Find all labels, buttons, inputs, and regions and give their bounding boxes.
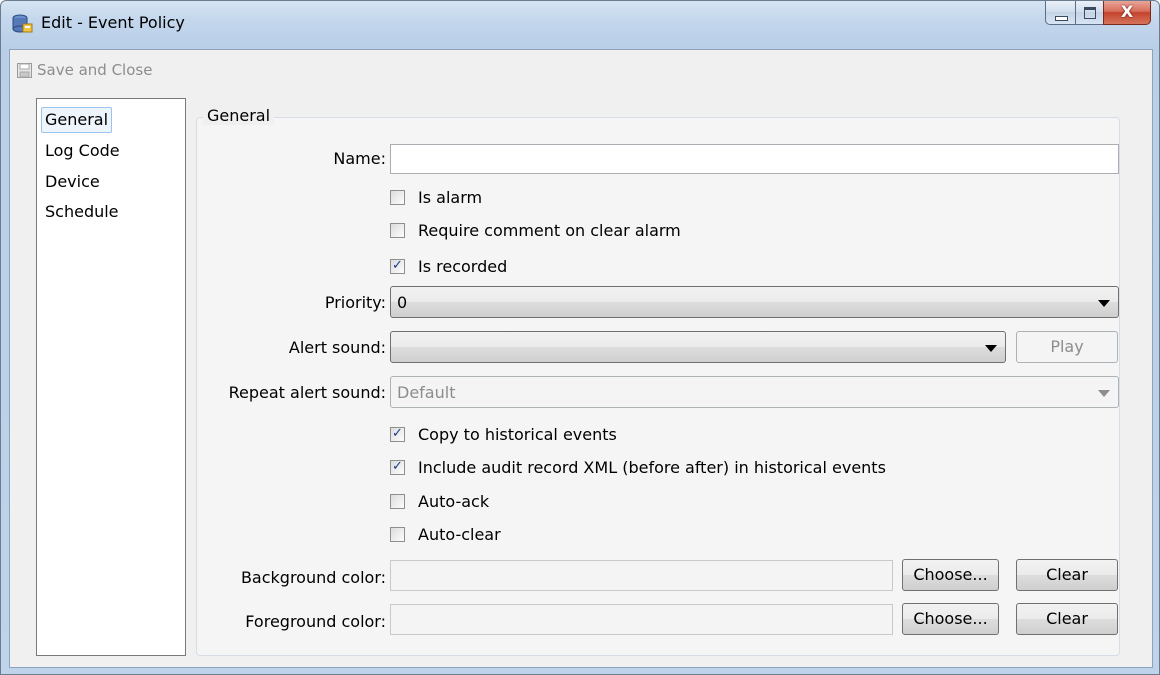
- repeat-alert-sound-label: Repeat alert sound:: [228, 383, 386, 402]
- auto-ack-checkbox[interactable]: [390, 493, 405, 509]
- window-title: Edit - Event Policy: [41, 13, 185, 32]
- copy-historical-label: Copy to historical events: [418, 424, 617, 444]
- play-button[interactable]: Play: [1016, 331, 1118, 363]
- minimize-button[interactable]: [1045, 1, 1075, 25]
- is-alarm-checkbox[interactable]: [390, 189, 405, 205]
- include-audit-label: Include audit record XML (before after) …: [418, 457, 886, 477]
- caption-buttons: X: [1045, 1, 1151, 25]
- general-group-title: General: [203, 106, 275, 125]
- require-comment-row[interactable]: Require comment on clear alarm: [390, 219, 681, 241]
- background-color-field: [390, 560, 893, 591]
- alert-sound-select[interactable]: [390, 331, 1006, 363]
- title-bar[interactable]: Edit - Event Policy X: [1, 1, 1159, 49]
- checkmark-icon: ✓: [392, 425, 403, 441]
- auto-ack-label: Auto-ack: [418, 491, 490, 511]
- auto-clear-checkbox[interactable]: [390, 526, 405, 542]
- nav-item-schedule[interactable]: Schedule: [41, 199, 123, 225]
- chevron-down-icon: [1098, 390, 1110, 397]
- repeat-alert-sound-select[interactable]: Default: [390, 376, 1119, 408]
- is-alarm-label: Is alarm: [418, 187, 483, 207]
- foreground-clear-button[interactable]: Clear: [1016, 603, 1118, 635]
- background-clear-button[interactable]: Clear: [1016, 559, 1118, 591]
- toolbar: Save and Close: [10, 50, 1152, 94]
- save-and-close-label: Save and Close: [37, 61, 153, 79]
- edit-event-policy-window: Edit - Event Policy X Save and Close Gen…: [0, 0, 1160, 675]
- copy-historical-row[interactable]: ✓ Copy to historical events: [390, 423, 617, 445]
- is-recorded-row[interactable]: ✓ Is recorded: [390, 255, 507, 277]
- include-audit-row[interactable]: ✓ Include audit record XML (before after…: [390, 456, 886, 478]
- dialog-client-area: Save and Close General Log Code Device S…: [9, 49, 1153, 668]
- minimize-icon: [1055, 16, 1068, 21]
- name-input[interactable]: [390, 144, 1119, 174]
- floppy-disk-icon: [17, 62, 32, 78]
- maximize-icon: [1084, 7, 1096, 19]
- auto-clear-row[interactable]: Auto-clear: [390, 523, 501, 545]
- nav-item-device[interactable]: Device: [41, 169, 104, 195]
- database-icon: [12, 14, 33, 33]
- checkmark-icon: ✓: [392, 257, 403, 273]
- is-alarm-row[interactable]: Is alarm: [390, 186, 482, 208]
- alert-sound-label: Alert sound:: [288, 338, 386, 357]
- name-label: Name:: [333, 149, 386, 168]
- maximize-button[interactable]: [1075, 1, 1103, 25]
- auto-ack-row[interactable]: Auto-ack: [390, 490, 489, 512]
- foreground-color-label: Foreground color:: [245, 612, 386, 631]
- is-recorded-checkbox[interactable]: ✓: [390, 257, 405, 274]
- repeat-alert-sound-value: Default: [397, 383, 456, 402]
- background-color-label: Background color:: [240, 568, 386, 587]
- priority-label: Priority:: [324, 293, 386, 312]
- nav-item-log-code[interactable]: Log Code: [41, 138, 124, 164]
- copy-historical-checkbox[interactable]: ✓: [390, 425, 405, 442]
- nav-item-general[interactable]: General: [41, 107, 113, 133]
- background-choose-button[interactable]: Choose...: [902, 559, 999, 591]
- save-and-close-button[interactable]: Save and Close: [17, 58, 152, 82]
- chevron-down-icon: [1098, 300, 1110, 307]
- priority-select[interactable]: 0: [390, 286, 1119, 318]
- priority-value: 0: [397, 293, 408, 312]
- chevron-down-icon: [985, 345, 997, 352]
- checkmark-icon: ✓: [392, 458, 403, 474]
- require-comment-label: Require comment on clear alarm: [418, 220, 681, 240]
- include-audit-checkbox[interactable]: ✓: [390, 458, 405, 475]
- foreground-color-field: [390, 604, 893, 635]
- close-button[interactable]: X: [1103, 1, 1151, 25]
- close-icon: X: [1120, 2, 1134, 21]
- is-recorded-label: Is recorded: [418, 256, 508, 276]
- require-comment-checkbox[interactable]: [390, 222, 405, 238]
- foreground-choose-button[interactable]: Choose...: [902, 603, 999, 635]
- auto-clear-label: Auto-clear: [418, 524, 501, 544]
